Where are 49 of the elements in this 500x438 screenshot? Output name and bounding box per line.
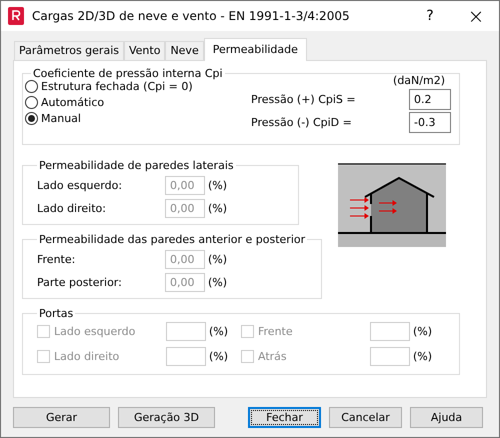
input-field[interactable]: 0.2: [409, 89, 451, 110]
radio-icon[interactable]: [25, 80, 38, 93]
input-field[interactable]: [166, 322, 206, 341]
input-field[interactable]: -0.3: [409, 112, 451, 133]
radio-label: Automático: [41, 96, 104, 109]
dialog-button[interactable]: Geração 3D: [118, 407, 215, 428]
field-label: Lado esquerdo:: [37, 179, 124, 192]
radio-icon[interactable]: [25, 112, 38, 125]
unit-label: (%): [209, 350, 228, 363]
field-label: Lado direito:: [37, 202, 107, 215]
group-title: Portas: [38, 307, 74, 320]
checkbox-label: Frente: [258, 325, 294, 338]
tab[interactable]: Permeabilidade: [204, 38, 307, 61]
radio-label: Manual: [41, 112, 81, 125]
checkbox-label: Lado esquerdo: [54, 325, 136, 338]
group-title: Coeficiente de pressão interna Cpi: [32, 67, 224, 80]
checkbox-label: Lado direito: [54, 350, 120, 363]
close-button[interactable]: ×: [453, 4, 499, 28]
unit-label: (%): [208, 179, 228, 192]
input-field[interactable]: [370, 347, 410, 366]
dialog-button[interactable]: Cancelar: [329, 407, 402, 428]
input-field[interactable]: [166, 347, 206, 366]
dialog-button[interactable]: Ajuda: [410, 407, 483, 428]
dialog-button[interactable]: Fechar: [248, 407, 321, 428]
field-label: Frente:: [37, 253, 76, 266]
tab[interactable]: Parâmetros gerais: [14, 41, 124, 60]
group-title: Permeabilidade de paredes laterais: [38, 159, 235, 172]
checkbox-label: Atrás: [258, 350, 288, 363]
help-button[interactable]: ?: [407, 8, 453, 24]
field-label: Pressão (+) CpiS =: [251, 93, 356, 106]
app-logo-icon: [8, 7, 24, 25]
unit-label: (%): [413, 350, 432, 363]
input-field[interactable]: [370, 322, 410, 341]
window-title: Cargas 2D/3D de neve e vento - EN 1991-1-3/4:2005: [32, 9, 351, 23]
field-label: Parte posterior:: [37, 276, 123, 289]
unit-label: (%): [208, 276, 228, 289]
unit-label: (%): [413, 325, 432, 338]
radio-icon[interactable]: [25, 96, 38, 109]
radio-option[interactable]: Manual: [25, 112, 193, 125]
group-title: Permeabilidade das paredes anterior e posterior: [38, 233, 306, 246]
field-label: Pressão (-) CpiD =: [251, 116, 352, 129]
tab[interactable]: Neve: [165, 41, 204, 60]
dialog-button[interactable]: Gerar: [13, 407, 110, 428]
unit-label: (daN/m2): [393, 74, 445, 87]
radio-option[interactable]: Automático: [25, 96, 193, 109]
unit-label: (%): [208, 253, 228, 266]
tab[interactable]: Vento: [124, 41, 166, 60]
unit-label: (%): [208, 202, 228, 215]
unit-label: (%): [209, 325, 228, 338]
